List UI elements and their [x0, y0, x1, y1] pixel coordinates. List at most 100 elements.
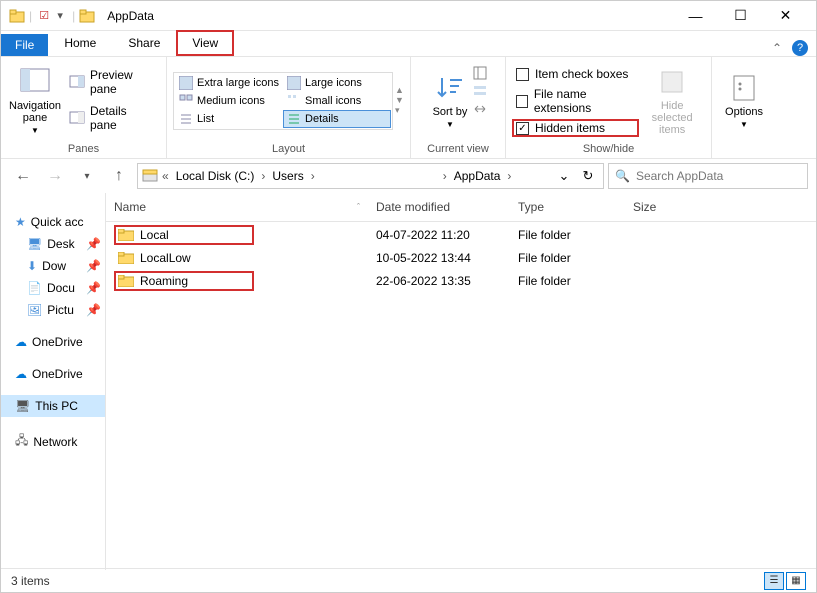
- add-columns-icon[interactable]: [472, 65, 488, 81]
- file-type: File folder: [510, 225, 625, 245]
- file-name: LocalLow: [140, 251, 191, 265]
- navigation-pane-button[interactable]: Navigation pane ▼: [7, 61, 63, 140]
- file-row[interactable]: Local04-07-2022 11:20File folder: [106, 222, 816, 248]
- window-title: AppData: [107, 9, 154, 23]
- tab-view[interactable]: View: [176, 30, 234, 56]
- tab-share[interactable]: Share: [112, 30, 176, 56]
- tree-onedrive[interactable]: ☁OneDrive: [1, 363, 105, 385]
- pin-icon: 📌: [86, 237, 101, 251]
- chevron-down-icon: ▼: [31, 126, 39, 135]
- tree-downloads[interactable]: ⬇Dow📌: [1, 255, 105, 277]
- folder-icon: [9, 8, 25, 24]
- tree-network[interactable]: 🖧Network: [1, 427, 105, 456]
- chevron-right-icon[interactable]: ›: [441, 169, 449, 183]
- address-bar: ← → ▾ ↑ « Local Disk (C:) › Users › › Ap…: [1, 159, 816, 193]
- preview-pane-button[interactable]: Preview pane: [63, 65, 160, 99]
- group-by-icon[interactable]: [472, 83, 488, 99]
- qat-sep2: |: [72, 9, 75, 23]
- cloud-icon: ☁: [15, 367, 27, 381]
- gallery-more-icon[interactable]: ▾: [395, 105, 404, 116]
- star-icon: ★: [15, 215, 26, 229]
- back-button[interactable]: ←: [9, 162, 37, 190]
- ribbon: Navigation pane ▼ Preview pane Details p…: [1, 56, 816, 159]
- tab-home[interactable]: Home: [48, 30, 112, 56]
- pictures-icon: 🖼: [27, 303, 42, 317]
- hidden-items-toggle[interactable]: ✓ Hidden items: [512, 119, 639, 137]
- network-icon: 🖧: [15, 431, 28, 452]
- gallery-up-icon[interactable]: ▲: [395, 85, 404, 95]
- checkbox-icon: [516, 95, 528, 108]
- tree-desktop[interactable]: 🖥Desk📌: [1, 233, 105, 255]
- col-name[interactable]: Nameˆ: [106, 193, 368, 221]
- tree-this-pc[interactable]: 🖥This PC: [1, 395, 105, 417]
- address-dropdown-button[interactable]: ⌄: [553, 165, 575, 187]
- chevron-right-icon[interactable]: ›: [505, 169, 513, 183]
- col-type[interactable]: Type: [510, 193, 625, 221]
- refresh-button[interactable]: ↻: [577, 165, 599, 187]
- layout-medium[interactable]: Medium icons: [175, 92, 283, 110]
- breadcrumb-seg[interactable]: Local Disk (C:): [173, 169, 258, 183]
- qat-check-icon[interactable]: ☑: [36, 8, 52, 24]
- col-size[interactable]: Size: [625, 193, 816, 221]
- file-list: Nameˆ Date modified Type Size Local04-07…: [106, 193, 816, 570]
- file-date: 10-05-2022 13:44: [368, 248, 510, 268]
- options-icon: [728, 72, 760, 104]
- highlighted-folder[interactable]: Local: [114, 225, 254, 245]
- file-row[interactable]: LocalLow 10-05-2022 13:44File folder: [106, 248, 816, 268]
- maximize-button[interactable]: ☐: [718, 1, 763, 31]
- search-icon: 🔍: [615, 169, 630, 183]
- details-view-button[interactable]: ☰: [764, 572, 784, 590]
- large-icons-view-button[interactable]: ▦: [786, 572, 806, 590]
- layout-list[interactable]: List: [175, 110, 283, 128]
- details-pane-button[interactable]: Details pane: [63, 101, 160, 135]
- help-button[interactable]: ?: [792, 40, 808, 56]
- tree-quick-access[interactable]: ★Quick acc: [1, 211, 105, 233]
- address-input[interactable]: « Local Disk (C:) › Users › › AppData › …: [137, 163, 604, 189]
- sort-by-button[interactable]: Sort by ▼: [428, 61, 472, 140]
- file-type: File folder: [510, 248, 625, 268]
- size-columns-icon[interactable]: [472, 101, 488, 117]
- column-headers[interactable]: Nameˆ Date modified Type Size: [106, 193, 816, 222]
- forward-button[interactable]: →: [41, 162, 69, 190]
- group-label-layout: Layout: [272, 140, 305, 158]
- options-button[interactable]: Options ▼: [718, 61, 770, 140]
- desktop-icon: 🖥: [27, 237, 42, 251]
- layout-small[interactable]: Small icons: [283, 92, 391, 110]
- titlebar: | ☑ ▾ | AppData — ☐ ✕: [1, 1, 816, 31]
- minimize-button[interactable]: —: [673, 1, 718, 31]
- chevron-right-icon[interactable]: «: [160, 169, 171, 183]
- chevron-down-icon: ▼: [446, 120, 454, 129]
- breadcrumb-seg[interactable]: Users: [269, 169, 306, 183]
- breadcrumb-seg[interactable]: AppData: [451, 169, 504, 183]
- chevron-right-icon[interactable]: ›: [309, 169, 317, 183]
- navigation-tree[interactable]: ★Quick acc 🖥Desk📌 ⬇Dow📌 📄Docu📌 🖼Pictu📌 ☁…: [1, 193, 106, 570]
- col-date[interactable]: Date modified: [368, 193, 510, 221]
- file-date: 22-06-2022 13:35: [368, 271, 510, 291]
- layout-large[interactable]: Large icons: [283, 74, 391, 92]
- chevron-right-icon[interactable]: ›: [259, 169, 267, 183]
- pin-icon: 📌: [86, 259, 101, 273]
- tree-documents[interactable]: 📄Docu📌: [1, 277, 105, 299]
- checkbox-checked-icon: ✓: [516, 122, 529, 135]
- pin-icon: 📌: [86, 281, 101, 295]
- gallery-down-icon[interactable]: ▼: [395, 95, 404, 105]
- minimize-ribbon-button[interactable]: ⌃: [772, 41, 782, 55]
- highlighted-folder[interactable]: Roaming: [114, 271, 254, 291]
- close-button[interactable]: ✕: [763, 1, 808, 31]
- layout-extra-large[interactable]: Extra large icons: [175, 74, 283, 92]
- file-name: Roaming: [140, 274, 188, 288]
- item-count: 3 items: [11, 574, 50, 588]
- layout-gallery[interactable]: Extra large icons Large icons Medium ico…: [173, 72, 393, 130]
- tree-onedrive[interactable]: ☁OneDrive: [1, 331, 105, 353]
- tree-pictures[interactable]: 🖼Pictu📌: [1, 299, 105, 321]
- downloads-icon: ⬇: [27, 259, 37, 273]
- file-name-extensions-toggle[interactable]: File name extensions: [512, 85, 639, 117]
- layout-details[interactable]: Details: [283, 110, 391, 128]
- recent-locations-button[interactable]: ▾: [73, 162, 101, 190]
- qat-dropdown-icon[interactable]: ▾: [52, 8, 68, 24]
- file-row[interactable]: Roaming22-06-2022 13:35File folder: [106, 268, 816, 294]
- tab-file[interactable]: File: [1, 34, 48, 56]
- item-check-boxes-toggle[interactable]: Item check boxes: [512, 65, 639, 83]
- search-input[interactable]: 🔍 Search AppData: [608, 163, 808, 189]
- up-button[interactable]: ↑: [105, 162, 133, 190]
